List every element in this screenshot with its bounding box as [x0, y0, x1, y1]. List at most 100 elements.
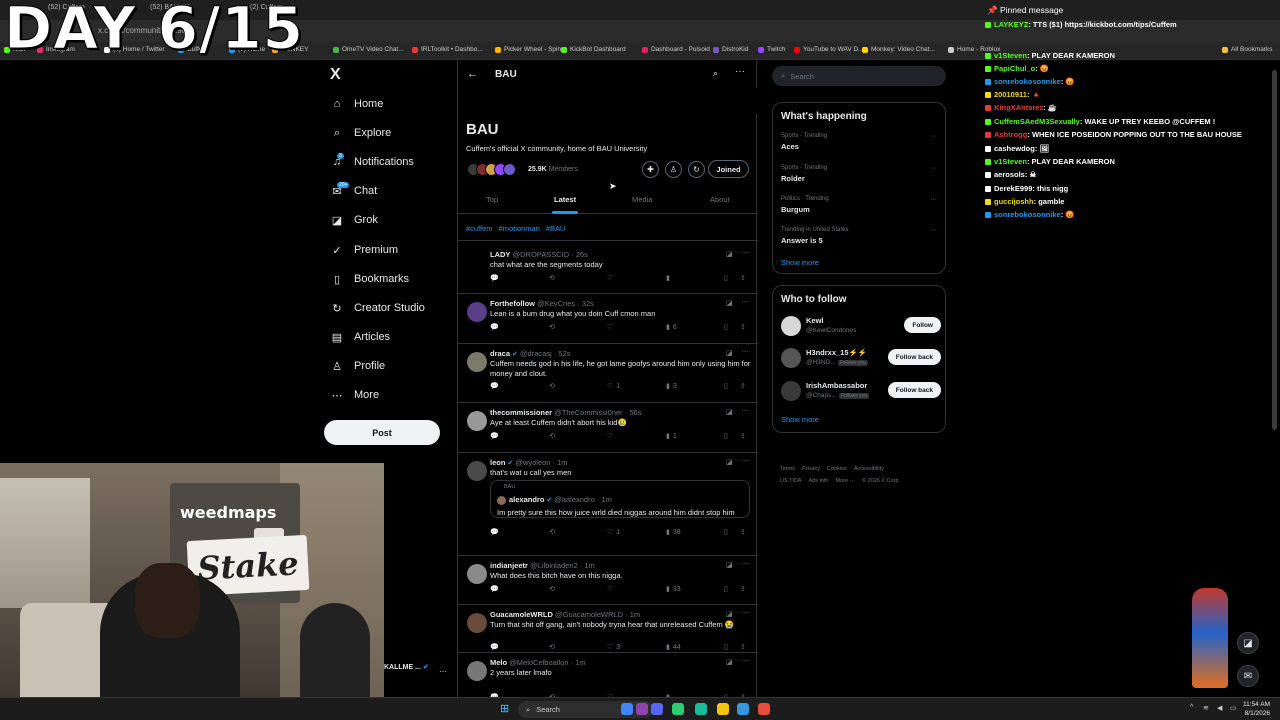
- avatar[interactable]: [467, 352, 487, 372]
- taskbar-clock[interactable]: 11:54 AM 8/1/2026: [1243, 700, 1270, 718]
- bookmark-item[interactable]: Twitch: [758, 46, 785, 53]
- search-input[interactable]: ⌕ Search: [772, 66, 946, 86]
- share-icon[interactable]: ⇪: [740, 274, 746, 282]
- trend-item[interactable]: Sports · Trending Rolder ···: [781, 165, 941, 183]
- repost-button[interactable]: ⟲: [549, 585, 558, 593]
- like-button[interactable]: ♡ 3: [607, 643, 620, 651]
- grok-icon[interactable]: ◪: [726, 658, 733, 666]
- like-button[interactable]: ♡ 1: [607, 382, 620, 390]
- timestamp[interactable]: 1m: [557, 458, 567, 467]
- tweet[interactable]: leon ✔ @wyoleon · 1m ◪ ··· that's wat u cal…: [458, 453, 758, 556]
- footer-link[interactable]: Ads info: [809, 478, 829, 484]
- more-icon[interactable]: ···: [741, 248, 749, 257]
- more-icon[interactable]: ···: [930, 196, 937, 203]
- quoted-tweet[interactable]: BAU alexandro ✔ @aalexndro · 1m Im pretty …: [490, 480, 750, 518]
- more-icon[interactable]: ···: [741, 559, 749, 568]
- nav-item-chat[interactable]: ✉ 20+ Chat: [330, 181, 377, 201]
- avatar[interactable]: [467, 253, 487, 273]
- grok-icon[interactable]: ◪: [726, 610, 733, 618]
- author-name[interactable]: Forthefollow: [490, 299, 535, 308]
- views-button[interactable]: ▮: [666, 274, 673, 282]
- hashtag-link[interactable]: #BAU: [546, 224, 566, 233]
- bookmark-icon[interactable]: ▯: [724, 382, 728, 390]
- grok-icon[interactable]: ◪: [726, 458, 733, 466]
- search-icon[interactable]: ⌕: [713, 68, 718, 79]
- more-icon[interactable]: ···: [735, 66, 745, 77]
- bookmark-item[interactable]: IRLToolkit • Dashbo...: [412, 46, 483, 53]
- bookmark-item[interactable]: DistroKid: [713, 46, 748, 53]
- footer-link[interactable]: US TIDA: [780, 478, 802, 484]
- taskbar-app-icon[interactable]: [651, 703, 663, 715]
- taskbar-app-icon[interactable]: [672, 703, 684, 715]
- avatar[interactable]: [467, 661, 487, 681]
- author-handle[interactable]: @Lilbinladen2: [530, 561, 578, 570]
- timestamp[interactable]: 32s: [582, 299, 594, 308]
- follow-button[interactable]: Follow back: [887, 349, 941, 365]
- taskbar-app-icon[interactable]: [758, 703, 770, 715]
- member-count[interactable]: 25.9K Members: [528, 166, 578, 173]
- like-button[interactable]: ♡: [607, 432, 616, 440]
- more-icon[interactable]: ···: [741, 456, 749, 465]
- follow-button[interactable]: Follow back: [887, 382, 941, 398]
- views-button[interactable]: ▮ 6: [666, 323, 677, 331]
- bookmark-icon[interactable]: ▯: [724, 432, 728, 440]
- account-switcher-name[interactable]: KALLME ... ✔: [384, 663, 429, 671]
- author-handle[interactable]: @DROPASSCID: [513, 250, 570, 259]
- nav-item-explore[interactable]: ⌕ Explore: [330, 123, 391, 143]
- bookmark-item[interactable]: OmeTV Video Chat...: [333, 46, 404, 53]
- timestamp[interactable]: 56s: [629, 408, 641, 417]
- taskbar-app-icon[interactable]: [636, 703, 648, 715]
- tray-chevron-icon[interactable]: ^: [1190, 704, 1193, 711]
- repost-button[interactable]: ⟲: [549, 643, 558, 651]
- avatar[interactable]: [781, 316, 801, 336]
- bookmark-item[interactable]: KickBot Dashboard: [561, 46, 626, 53]
- timestamp[interactable]: 1m: [630, 610, 640, 619]
- share-icon[interactable]: ⇪: [740, 432, 746, 440]
- trend-item[interactable]: Politics · Trending Burgum ···: [781, 196, 941, 214]
- timestamp[interactable]: 26s: [576, 250, 588, 259]
- author-handle[interactable]: @KevCries: [537, 299, 575, 308]
- tweet[interactable]: draca ✔ @dracasj · 52s ◪ ··· Cuffem needs g…: [458, 344, 758, 403]
- author-name[interactable]: LADY: [490, 250, 510, 259]
- grok-icon[interactable]: ◪: [726, 349, 733, 357]
- grok-icon[interactable]: ◪: [726, 561, 733, 569]
- author-name[interactable]: thecommissioner: [490, 408, 552, 417]
- nav-item-articles[interactable]: ▤ Articles: [330, 327, 390, 347]
- avatar[interactable]: [467, 564, 487, 584]
- nav-item-notifications[interactable]: ♫ 3 Notifications: [330, 152, 414, 172]
- invite-user-icon[interactable]: ♙: [665, 161, 682, 178]
- avatar[interactable]: [781, 381, 801, 401]
- more-icon[interactable]: ···: [741, 297, 749, 306]
- trend-item[interactable]: Sports · Trending Aces ···: [781, 133, 941, 151]
- like-button[interactable]: ♡: [607, 274, 616, 282]
- taskbar-app-icon[interactable]: [717, 703, 729, 715]
- author-handle[interactable]: @GuacamoleWRLD: [555, 610, 623, 619]
- timestamp[interactable]: 1m: [575, 658, 585, 667]
- windows-start-icon[interactable]: ⊞: [500, 702, 514, 716]
- reply-button[interactable]: 💬: [490, 585, 502, 593]
- footer-link[interactable]: © 2026 X Corp.: [862, 478, 900, 484]
- footer-link[interactable]: Privacy: [802, 466, 820, 472]
- footer-link[interactable]: Terms: [780, 466, 795, 472]
- show-more-link[interactable]: Show more: [781, 415, 819, 424]
- reply-button[interactable]: 💬: [490, 323, 502, 331]
- messages-icon[interactable]: ✉: [1237, 665, 1259, 687]
- battery-icon[interactable]: ▭: [1230, 704, 1237, 712]
- footer-link[interactable]: Cookies: [827, 466, 847, 472]
- share-icon[interactable]: ⇪: [740, 382, 746, 390]
- author-handle[interactable]: @dracasj: [520, 349, 552, 358]
- grok-icon[interactable]: ◪: [726, 408, 733, 416]
- like-button[interactable]: ♡: [607, 323, 616, 331]
- bookmark-icon[interactable]: ▯: [724, 274, 728, 282]
- bookmark-item[interactable]: Monkey: Video Chat...: [862, 46, 935, 53]
- footer-link[interactable]: More ···: [835, 478, 855, 484]
- share-icon[interactable]: ⇪: [740, 528, 746, 536]
- author-name[interactable]: draca: [490, 349, 510, 358]
- account-more-icon[interactable]: ···: [439, 667, 447, 676]
- hashtag-link[interactable]: #motionman: [499, 224, 540, 233]
- pin-icon[interactable]: ✚: [642, 161, 659, 178]
- follow-button[interactable]: Follow: [904, 317, 941, 333]
- author-name[interactable]: indianjeetr: [490, 561, 528, 570]
- author-name[interactable]: GuacamoleWRLD: [490, 610, 553, 619]
- views-button[interactable]: ▮ 33: [666, 585, 681, 593]
